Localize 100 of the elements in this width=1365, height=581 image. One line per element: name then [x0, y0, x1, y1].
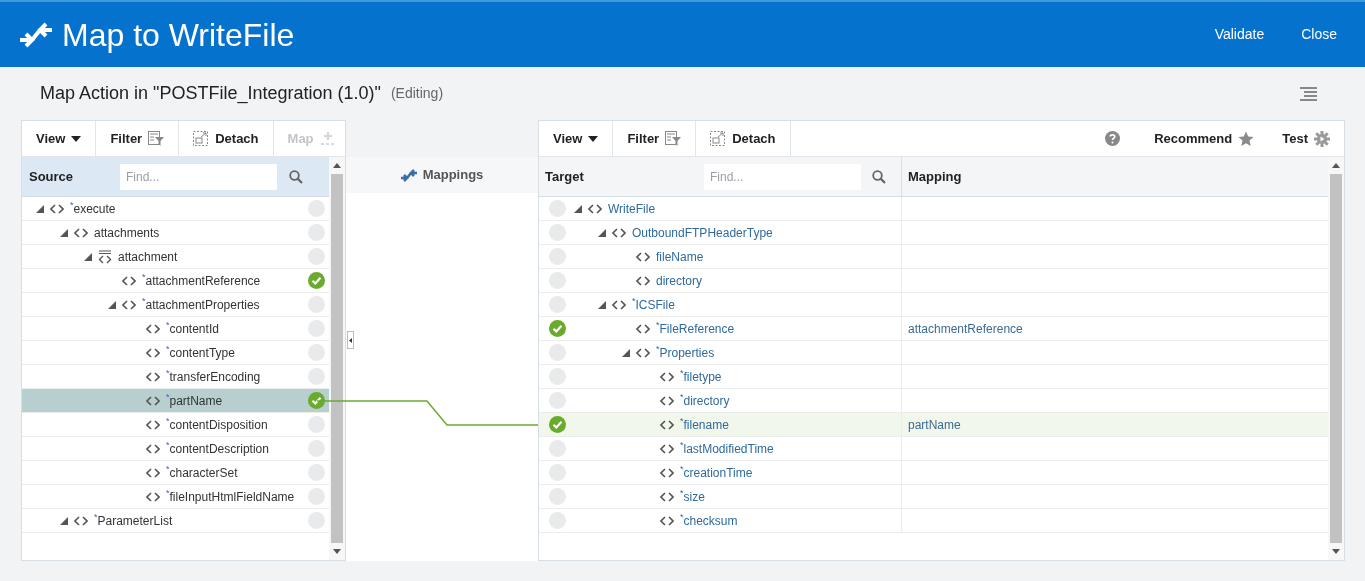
tree-row[interactable]: $^{*}$contentDescription — [22, 437, 329, 461]
node-label: $^{*}$directory — [680, 391, 730, 410]
scroll-down-icon[interactable] — [333, 549, 341, 554]
star-icon — [1238, 130, 1255, 147]
tree-row[interactable]: fileName — [539, 245, 1328, 269]
filter-list-icon — [665, 131, 682, 146]
tree-row[interactable]: $^{*}$ParameterList — [22, 509, 329, 533]
column-heading: Mappings — [422, 166, 484, 185]
detach-button[interactable]: Detach — [696, 121, 791, 156]
tree-row[interactable]: $^{*}$fileInputHtmlFieldName — [22, 485, 329, 509]
code-brackets-icon — [146, 323, 160, 334]
code-brackets-icon — [612, 299, 626, 310]
view-button[interactable]: View — [539, 121, 614, 156]
expanded-triangle-icon[interactable] — [622, 348, 630, 357]
plus-link-icon — [319, 130, 336, 147]
code-brackets-icon — [50, 203, 64, 214]
tree-row[interactable]: OutboundFTPHeaderType — [539, 221, 1328, 245]
selected-tree-row[interactable]: $^{*}$partName — [22, 389, 329, 413]
editing-status: (Editing) — [390, 84, 445, 103]
expanded-triangle-icon[interactable] — [598, 228, 606, 237]
tree-row[interactable]: $^{*}$FileReference attachmentReference — [539, 317, 1328, 341]
code-brackets-icon — [122, 275, 136, 286]
code-brackets-icon — [636, 347, 650, 358]
node-label: attachment — [118, 248, 179, 266]
expanded-triangle-icon[interactable] — [598, 300, 606, 309]
collapse-left-icon — [349, 337, 352, 343]
node-label: $^{*}$ICSFile — [632, 295, 675, 314]
code-brackets-icon — [636, 251, 650, 262]
tree-row[interactable]: $^{*}$ICSFile — [539, 293, 1328, 317]
tree-row[interactable]: WriteFile — [539, 197, 1328, 221]
tree-row[interactable]: attachments — [22, 221, 329, 245]
tree-row[interactable]: attachment — [22, 245, 329, 269]
tree-row[interactable]: directory — [539, 269, 1328, 293]
expanded-triangle-icon[interactable] — [108, 300, 116, 309]
scroll-down-icon[interactable] — [1332, 549, 1340, 554]
scroll-up-icon[interactable] — [333, 163, 341, 168]
header-action-link[interactable]: Validate — [1214, 24, 1265, 45]
tree-row[interactable]: $^{*}$execute — [22, 197, 329, 221]
node-label: $^{*}$size — [680, 487, 705, 506]
code-brackets-icon — [612, 227, 626, 238]
detach-window-icon — [710, 131, 726, 146]
tree-row[interactable]: $^{*}$characterSet — [22, 461, 329, 485]
recommend-button[interactable]: Recommend — [1140, 121, 1269, 156]
header-action-link[interactable]: Close — [1301, 24, 1337, 45]
column-heading: Source — [29, 167, 75, 186]
filter-button[interactable]: Filter — [613, 121, 697, 156]
node-label: $^{*}$transferEncoding — [166, 367, 262, 386]
node-label: $^{*}$partName — [166, 391, 224, 410]
search-field[interactable]: Find... — [704, 163, 861, 190]
node-label: directory — [656, 272, 702, 290]
caret-icon — [71, 135, 82, 142]
detach-button[interactable]: Detach — [179, 121, 274, 156]
search-icon[interactable] — [872, 169, 886, 184]
filter-button[interactable]: Filter — [96, 121, 180, 156]
help-icon[interactable] — [1105, 131, 1121, 146]
node-label: $^{*}$fileInputHtmlFieldName — [166, 487, 296, 506]
code-brackets-icon — [146, 371, 160, 382]
tree-row[interactable]: $^{*}$contentType — [22, 341, 329, 365]
node-label: $^{*}$Properties — [656, 343, 715, 362]
test-button[interactable]: Test — [1268, 121, 1344, 156]
selected-tree-row[interactable]: $^{*}$filename partName — [539, 413, 1328, 437]
mapping-value: partName — [907, 416, 961, 434]
code-brackets-icon — [146, 395, 160, 406]
code-brackets-icon — [660, 443, 674, 454]
scroll-up-icon[interactable] — [1332, 163, 1340, 168]
node-label: fileName — [656, 248, 704, 266]
tree-row[interactable]: $^{*}$Properties — [539, 341, 1328, 365]
node-label: $^{*}$FileReference — [656, 319, 735, 338]
code-brackets-icon — [74, 515, 88, 526]
expanded-triangle-icon[interactable] — [60, 228, 68, 237]
tree-row[interactable]: $^{*}$attachmentReference — [22, 269, 329, 293]
node-label: $^{*}$contentType — [166, 343, 236, 362]
tree-row[interactable]: $^{*}$checksum — [539, 509, 1328, 533]
node-label: $^{*}$contentDisposition — [166, 415, 269, 434]
scrollbar-thumb[interactable] — [1330, 174, 1342, 543]
detach-window-icon — [193, 131, 209, 146]
tree-row[interactable]: $^{*}$attachmentProperties — [22, 293, 329, 317]
node-label: $^{*}$characterSet — [166, 463, 239, 482]
node-label: $^{*}$filetype — [680, 367, 722, 386]
tree-row[interactable]: $^{*}$creationTime — [539, 461, 1328, 485]
tree-row[interactable]: $^{*}$lastModifiedTime — [539, 437, 1328, 461]
expanded-triangle-icon[interactable] — [60, 516, 68, 525]
tree-row[interactable]: $^{*}$size — [539, 485, 1328, 509]
scrollbar[interactable] — [1328, 157, 1344, 560]
tree-row[interactable]: $^{*}$transferEncoding — [22, 365, 329, 389]
search-icon[interactable] — [289, 169, 303, 184]
scrollbar[interactable] — [329, 157, 345, 560]
expanded-triangle-icon[interactable] — [574, 204, 582, 213]
scrollbar-thumb[interactable] — [331, 174, 343, 543]
tree-row[interactable]: $^{*}$filetype — [539, 365, 1328, 389]
tree-row[interactable]: $^{*}$contentDisposition — [22, 413, 329, 437]
menu-icon[interactable] — [1300, 86, 1317, 101]
node-label: $^{*}$ParameterList — [94, 511, 174, 530]
tree-row[interactable]: $^{*}$directory — [539, 389, 1328, 413]
search-field[interactable]: Find... — [120, 163, 277, 190]
view-button[interactable]: View — [22, 121, 97, 156]
tree-row[interactable]: $^{*}$contentId — [22, 317, 329, 341]
collapse-handle[interactable] — [347, 331, 354, 349]
expanded-triangle-icon[interactable] — [36, 204, 44, 213]
expanded-triangle-icon[interactable] — [84, 252, 92, 261]
